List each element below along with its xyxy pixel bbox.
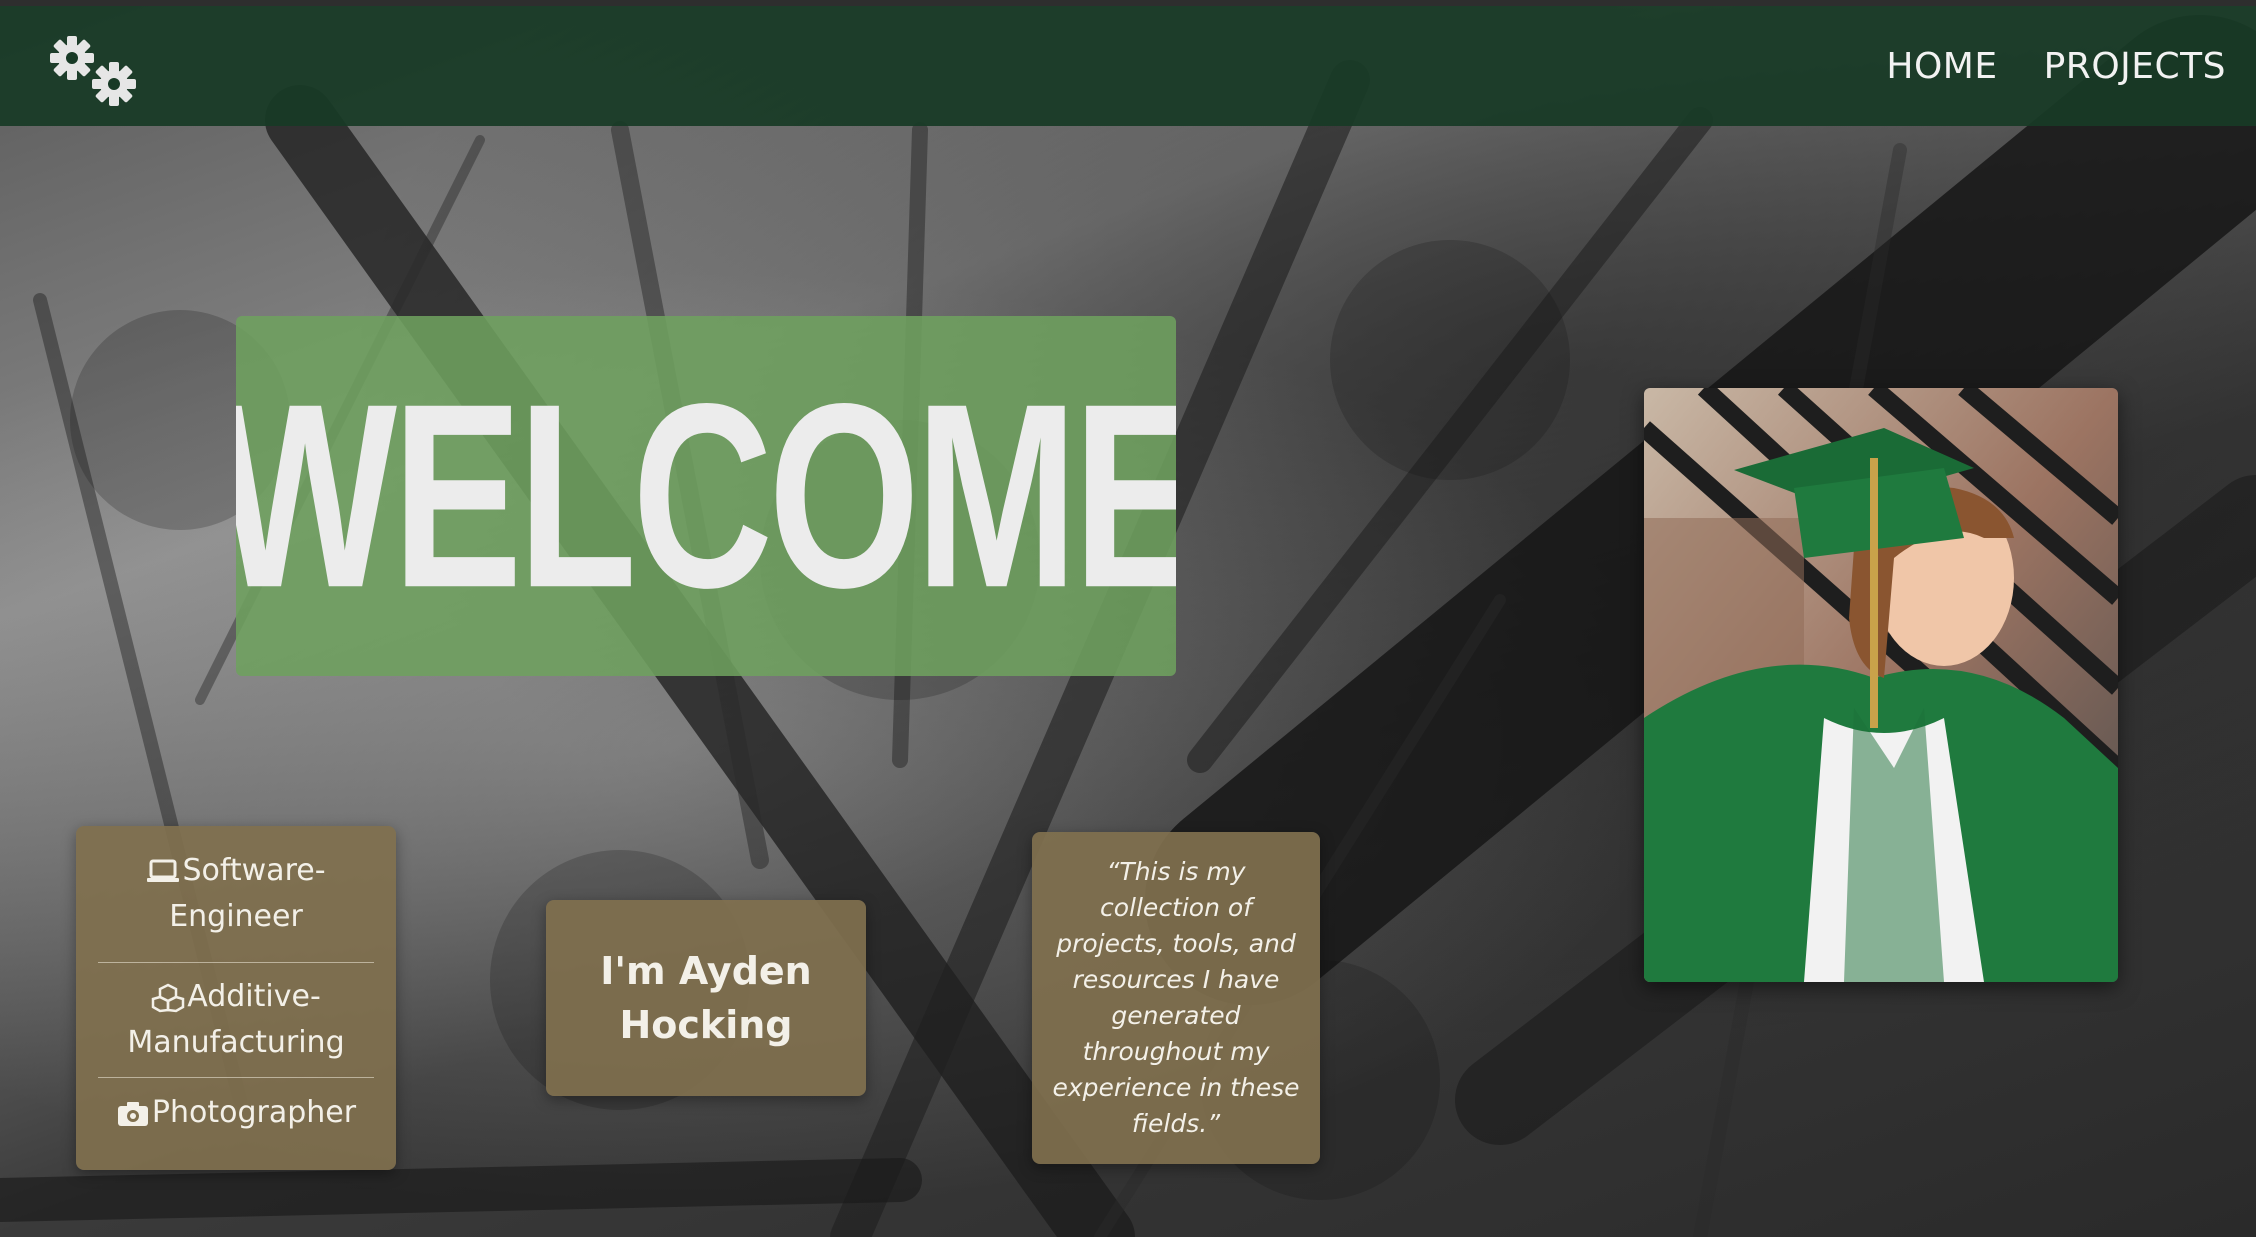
laptop-icon <box>147 859 180 882</box>
roles-card: Software-Engineer Additive-Manufacturing <box>76 826 396 1170</box>
profile-photo <box>1644 388 2118 982</box>
gears-icon[interactable] <box>44 28 144 112</box>
role-photographer: Photographer <box>76 1078 396 1148</box>
camera-icon <box>117 1101 148 1126</box>
quote-card: “This is my collection of projects, tool… <box>1032 832 1320 1164</box>
welcome-title: WELCOME <box>236 349 1176 642</box>
intro-card: I'm Ayden Hocking <box>546 900 866 1096</box>
nav-links: HOME PROJECTS <box>1886 46 2226 87</box>
nav-home-link[interactable]: HOME <box>1886 46 1997 87</box>
page-background: HOME PROJECTS WELCOME Software-Engineer … <box>0 0 2256 1237</box>
nav-projects-link[interactable]: PROJECTS <box>2044 46 2226 87</box>
intro-name: I'm Ayden Hocking <box>600 949 812 1047</box>
role-additive-manufacturing: Additive-Manufacturing <box>76 963 396 1077</box>
quote-text: “This is my collection of projects, tool… <box>1052 857 1300 1138</box>
role-software-engineer: Software-Engineer <box>76 826 396 962</box>
role-label: Software-Engineer <box>169 853 326 934</box>
cubes-icon <box>151 983 185 1012</box>
navbar: HOME PROJECTS <box>0 6 2256 126</box>
role-label: Photographer <box>151 1095 357 1130</box>
welcome-banner: WELCOME <box>236 316 1176 676</box>
